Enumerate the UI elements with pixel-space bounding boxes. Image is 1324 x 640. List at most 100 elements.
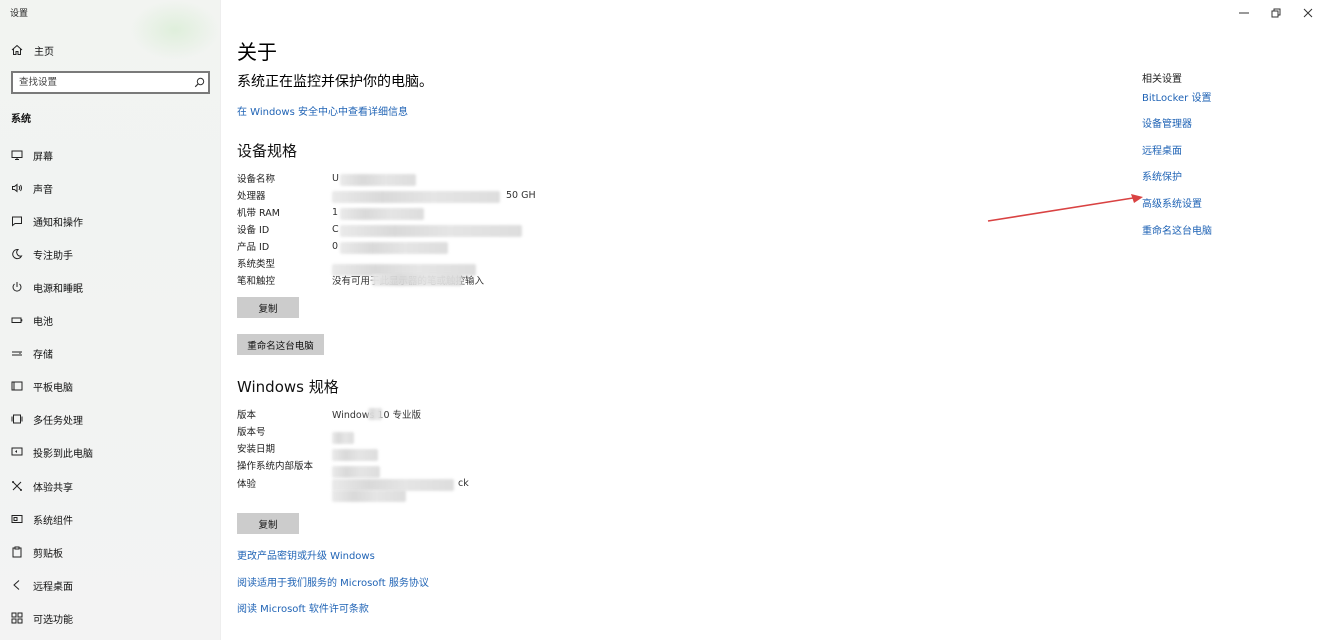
redacted-blur bbox=[332, 449, 378, 461]
rename-this-pc-link[interactable]: 重命名这台电脑 bbox=[1142, 222, 1212, 237]
advanced-system-settings-link[interactable]: 高级系统设置 bbox=[1142, 195, 1202, 210]
change-product-key-link[interactable]: 更改产品密钥或升级 Windows bbox=[237, 547, 375, 562]
battery-icon bbox=[10, 313, 24, 327]
redacted-blur bbox=[340, 224, 522, 237]
spec-row-version: 版本号 bbox=[237, 424, 354, 444]
spec-key: 系统类型 bbox=[237, 259, 276, 270]
sidebar-item-display[interactable]: 屏幕 bbox=[10, 146, 53, 164]
tablet-icon bbox=[10, 379, 24, 393]
redacted-blur bbox=[332, 490, 406, 502]
spec-value: 0 bbox=[332, 241, 448, 254]
spec-value: U bbox=[332, 173, 416, 186]
redacted-blur bbox=[372, 274, 462, 286]
search-box bbox=[11, 71, 210, 94]
spec-key: 版本号 bbox=[237, 427, 266, 438]
sidebar-item-label: 电池 bbox=[33, 316, 53, 328]
spec-row-pen-touch: 笔和触控 没有可用于此显示器的笔或触控输入 bbox=[237, 273, 484, 287]
spec-key: 笔和触控 bbox=[237, 276, 276, 287]
app-title: 设置 bbox=[10, 9, 29, 19]
spec-row-system-type: 系统类型 bbox=[237, 256, 476, 276]
sidebar-item-label: 主页 bbox=[34, 46, 54, 58]
device-manager-link[interactable]: 设备管理器 bbox=[1142, 115, 1192, 130]
minimize-button[interactable] bbox=[1228, 0, 1260, 24]
sidebar-item-multitasking[interactable]: 多任务处理 bbox=[10, 410, 83, 428]
sidebar-item-system-components[interactable]: 系统组件 bbox=[10, 510, 73, 528]
restore-icon bbox=[1271, 3, 1281, 22]
sidebar-item-remote-desktop[interactable]: 远程桌面 bbox=[10, 576, 73, 594]
sidebar-item-label: 屏幕 bbox=[33, 151, 53, 163]
windows-specs-heading: Windows 规格 bbox=[237, 378, 339, 396]
sidebar-item-home[interactable]: 主页 bbox=[10, 42, 54, 58]
spec-value: Windows 10 专业版 bbox=[332, 408, 422, 421]
sidebar-item-optional-features[interactable]: 可选功能 bbox=[10, 609, 73, 627]
sidebar-item-label: 剪贴板 bbox=[33, 548, 63, 560]
restore-button[interactable] bbox=[1260, 0, 1292, 24]
spec-key: 处理器 bbox=[237, 191, 266, 202]
device-specs-heading: 设备规格 bbox=[237, 142, 298, 160]
close-button[interactable] bbox=[1292, 0, 1324, 24]
redacted-blur bbox=[368, 408, 382, 420]
sidebar-item-label: 远程桌面 bbox=[33, 581, 73, 593]
sidebar-item-label: 多任务处理 bbox=[33, 415, 83, 427]
protection-status-text: 系统正在监控并保护你的电脑。 bbox=[237, 74, 433, 90]
minimize-icon bbox=[1239, 3, 1249, 22]
search-input[interactable] bbox=[13, 73, 190, 92]
license-terms-link[interactable]: 阅读 Microsoft 软件许可条款 bbox=[237, 600, 369, 615]
spec-row-experience: 体验 ck bbox=[237, 476, 469, 491]
sidebar-item-project[interactable]: 投影到此电脑 bbox=[10, 443, 93, 461]
copy-device-specs-button[interactable]: 复制 bbox=[237, 297, 299, 318]
spec-key: 体验 bbox=[237, 479, 257, 490]
annotation-arrow bbox=[987, 194, 1143, 222]
copy-windows-specs-button[interactable]: 复制 bbox=[237, 513, 299, 534]
page-title: 关于 bbox=[237, 40, 277, 64]
sidebar-item-label: 体验共享 bbox=[33, 482, 73, 494]
related-settings-title: 相关设置 bbox=[1142, 74, 1182, 85]
bitlocker-settings-link[interactable]: BitLocker 设置 bbox=[1142, 89, 1211, 104]
spec-key: 版本 bbox=[237, 410, 257, 421]
sidebar-item-battery[interactable]: 电池 bbox=[10, 311, 53, 329]
search-icon[interactable] bbox=[190, 77, 208, 88]
system-protection-link[interactable]: 系统保护 bbox=[1142, 168, 1182, 183]
spec-value: ck bbox=[332, 478, 469, 491]
redacted-blur bbox=[332, 432, 354, 444]
sidebar-item-label: 投影到此电脑 bbox=[33, 448, 93, 460]
sidebar-item-label: 专注助手 bbox=[33, 250, 73, 262]
sidebar-item-storage[interactable]: 存储 bbox=[10, 344, 53, 362]
spec-value: 50 GH bbox=[332, 190, 536, 203]
moon-icon bbox=[10, 247, 24, 261]
services-agreement-link[interactable]: 阅读适用于我们服务的 Microsoft 服务协议 bbox=[237, 574, 429, 589]
monitor-icon bbox=[10, 148, 24, 162]
spec-row-edition: 版本 Windows 10 专业版 bbox=[237, 407, 421, 421]
sidebar-item-label: 声音 bbox=[33, 184, 53, 196]
sidebar-item-notifications[interactable]: 通知和操作 bbox=[10, 212, 83, 230]
home-icon bbox=[10, 43, 24, 57]
spec-value: 没有可用于此显示器的笔或触控输入 bbox=[332, 273, 484, 287]
sidebar-item-tablet[interactable]: 平板电脑 bbox=[10, 377, 73, 395]
rename-pc-button[interactable]: 重命名这台电脑 bbox=[237, 334, 324, 355]
sidebar-item-focus-assist[interactable]: 专注助手 bbox=[10, 245, 73, 263]
security-center-link[interactable]: 在 Windows 安全中心中查看详细信息 bbox=[237, 103, 408, 118]
project-icon bbox=[10, 445, 24, 459]
redacted-blur bbox=[332, 478, 454, 491]
sidebar-item-sound[interactable]: 声音 bbox=[10, 179, 53, 197]
spec-key: 设备名称 bbox=[237, 174, 276, 185]
sidebar-item-label: 通知和操作 bbox=[33, 217, 83, 229]
speaker-icon bbox=[10, 181, 24, 195]
spec-row-install-date: 安装日期 bbox=[237, 441, 378, 461]
sidebar-item-power[interactable]: 电源和睡眠 bbox=[10, 278, 83, 296]
sidebar-item-label: 存储 bbox=[33, 349, 53, 361]
sidebar-item-label: 系统组件 bbox=[33, 515, 73, 527]
remote-desktop-icon bbox=[10, 578, 24, 592]
sidebar-section-label: 系统 bbox=[11, 114, 31, 125]
spec-key: 产品 ID bbox=[237, 242, 270, 253]
sidebar-item-clipboard[interactable]: 剪贴板 bbox=[10, 543, 63, 561]
spec-value: C bbox=[332, 224, 522, 237]
sidebar-item-shared-experiences[interactable]: 体验共享 bbox=[10, 477, 73, 495]
notification-icon bbox=[10, 214, 24, 228]
spec-key: 设备 ID bbox=[237, 225, 270, 236]
spec-row-os-build: 操作系统内部版本 bbox=[237, 458, 380, 478]
share-icon bbox=[10, 479, 24, 493]
redacted-blur bbox=[340, 241, 448, 254]
power-icon bbox=[10, 280, 24, 294]
remote-desktop-link[interactable]: 远程桌面 bbox=[1142, 142, 1182, 157]
